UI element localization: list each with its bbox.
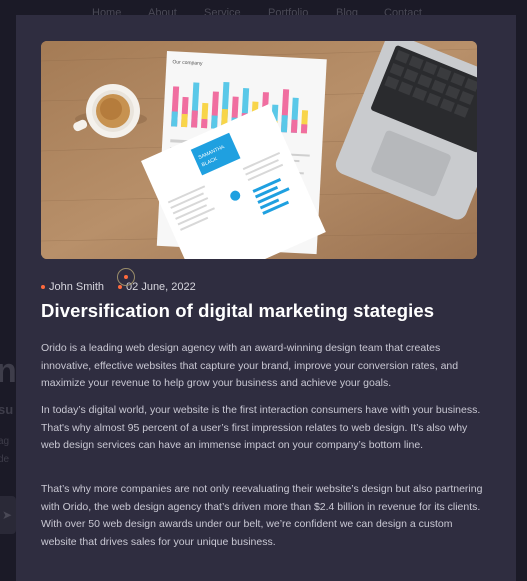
bullet-dot-icon	[41, 285, 45, 289]
background-subheading-fragment: su	[0, 402, 14, 417]
send-icon: ➤	[2, 508, 13, 522]
mouse-cursor-dot	[124, 275, 128, 279]
post-paragraph: In today’s digital world, your website i…	[41, 404, 481, 451]
author-meta: John Smith	[41, 281, 104, 293]
background-text-fragment: ag	[0, 436, 10, 447]
post-paragraph: Orido is a leading web design agency wit…	[41, 342, 459, 389]
post-featured-image: Our company SAMANTHA BLACK	[41, 41, 477, 259]
blog-post-modal: Our company SAMANTHA BLACK John Smith 02…	[16, 15, 516, 581]
post-paragraph: That’s why more companies are not only r…	[41, 483, 483, 548]
post-author[interactable]: John Smith	[49, 281, 104, 293]
post-title: Diversification of digital marketing sta…	[41, 300, 435, 321]
background-text-fragment: de	[0, 454, 10, 465]
background-heading-fragment: n	[0, 352, 17, 390]
desk-photo-illustration: Our company SAMANTHA BLACK	[41, 41, 477, 259]
post-date: 02 June, 2022	[126, 281, 196, 293]
bullet-dot-icon	[118, 285, 123, 289]
scrollbar[interactable]	[515, 0, 527, 581]
